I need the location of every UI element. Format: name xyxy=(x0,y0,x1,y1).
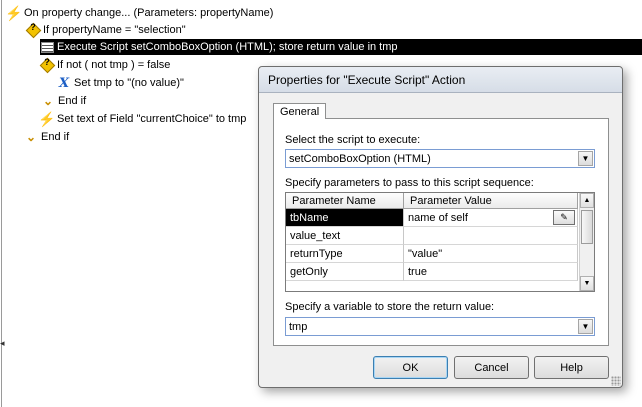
tab-label: General xyxy=(280,105,320,118)
bolt-icon: ⚡ xyxy=(38,110,56,127)
script-icon xyxy=(40,40,54,54)
cancel-button[interactable]: Cancel xyxy=(454,356,529,379)
table-scrollbar[interactable]: ▲ ▼ xyxy=(579,193,594,291)
table-row[interactable]: tbName name of self ✎ xyxy=(286,209,578,227)
variable-select[interactable]: tmp ▼ xyxy=(285,317,595,336)
help-button[interactable]: Help xyxy=(534,356,609,379)
param-value-cell[interactable] xyxy=(404,227,578,245)
set-variable-icon: X xyxy=(58,75,70,91)
param-value-cell[interactable]: true xyxy=(404,263,578,281)
parameters-table: Parameter Name Parameter Value tbName na… xyxy=(285,192,595,292)
properties-dialog: Properties for "Execute Script" Action G… xyxy=(258,66,623,388)
if-diamond-icon: ? xyxy=(39,57,55,73)
tree-row-label: End if xyxy=(41,131,70,143)
params-label: Specify parameters to pass to this scrip… xyxy=(285,177,534,189)
tree-row-label: Set text of Field "currentChoice" to tmp xyxy=(57,113,247,125)
variable-select-value: tmp xyxy=(289,320,308,333)
script-select-value: setComboBoxOption (HTML) xyxy=(289,152,431,165)
scroll-left-icon[interactable]: ◂ xyxy=(0,338,5,348)
chevron-down-icon[interactable]: ▼ xyxy=(578,319,593,334)
tree-row-execute-script[interactable]: Execute Script setComboBoxOption (HTML);… xyxy=(40,39,642,55)
resize-grip-icon[interactable] xyxy=(611,376,621,386)
table-row[interactable]: value_text xyxy=(286,227,578,245)
table-row[interactable]: getOnly true xyxy=(286,263,578,281)
tree-row-on-property-change[interactable]: ⚡ On property change... (Parameters: pro… xyxy=(5,4,274,21)
variable-label: Specify a variable to store the return v… xyxy=(285,301,495,313)
tree-row-set-tmp[interactable]: X Set tmp to "(no value)" xyxy=(57,75,184,91)
chevron-down-icon[interactable]: ▼ xyxy=(578,151,593,166)
table-row[interactable]: returnType "value" xyxy=(286,245,578,263)
tree-row-label: On property change... (Parameters: prope… xyxy=(24,7,274,19)
param-value-cell[interactable]: "value" xyxy=(404,245,578,263)
param-value-text: name of self xyxy=(408,211,468,224)
scroll-up-icon[interactable]: ▲ xyxy=(580,193,594,208)
column-header-name[interactable]: Parameter Name xyxy=(286,193,404,209)
tree-row-label: Set tmp to "(no value)" xyxy=(74,77,184,89)
table-header: Parameter Name Parameter Value xyxy=(286,193,578,209)
edit-icon[interactable]: ✎ xyxy=(553,210,575,225)
tree-row-end-if-outer[interactable]: ⌄ End if xyxy=(24,129,69,145)
tree-row-label: If propertyName = "selection" xyxy=(43,24,186,36)
param-value-cell[interactable]: name of self ✎ xyxy=(404,209,578,227)
scroll-thumb[interactable] xyxy=(581,210,593,244)
if-diamond-icon: ? xyxy=(25,22,41,38)
tree-row-label: Execute Script setComboBoxOption (HTML);… xyxy=(57,41,398,53)
scroll-down-icon[interactable]: ▼ xyxy=(580,276,594,291)
param-name-cell[interactable]: getOnly xyxy=(286,263,404,281)
param-name-cell[interactable]: tbName xyxy=(286,209,404,227)
script-select[interactable]: setComboBoxOption (HTML) ▼ xyxy=(285,149,595,168)
tab-general[interactable]: General xyxy=(273,103,327,120)
dialog-title: Properties for "Execute Script" Action xyxy=(268,72,466,87)
column-header-value[interactable]: Parameter Value xyxy=(404,193,578,209)
tree-row-set-text[interactable]: ⚡ Set text of Field "currentChoice" to t… xyxy=(38,110,247,127)
tree-row-label: If not ( not tmp ) = false xyxy=(57,59,171,71)
param-name-cell[interactable]: value_text xyxy=(286,227,404,245)
bolt-icon: ⚡ xyxy=(5,4,23,21)
param-name-cell[interactable]: returnType xyxy=(286,245,404,263)
end-if-icon: ⌄ xyxy=(25,130,37,144)
end-if-icon: ⌄ xyxy=(42,94,54,108)
tree-row-if-selection[interactable]: ? If propertyName = "selection" xyxy=(25,22,186,38)
ok-button[interactable]: OK xyxy=(373,356,448,379)
tree-row-if-not-tmp[interactable]: ? If not ( not tmp ) = false xyxy=(39,57,171,73)
tree-row-label: End if xyxy=(58,95,87,107)
dialog-titlebar[interactable]: Properties for "Execute Script" Action xyxy=(259,67,622,93)
tree-row-end-if-inner[interactable]: ⌄ End if xyxy=(41,93,86,109)
script-label: Select the script to execute: xyxy=(285,134,421,146)
